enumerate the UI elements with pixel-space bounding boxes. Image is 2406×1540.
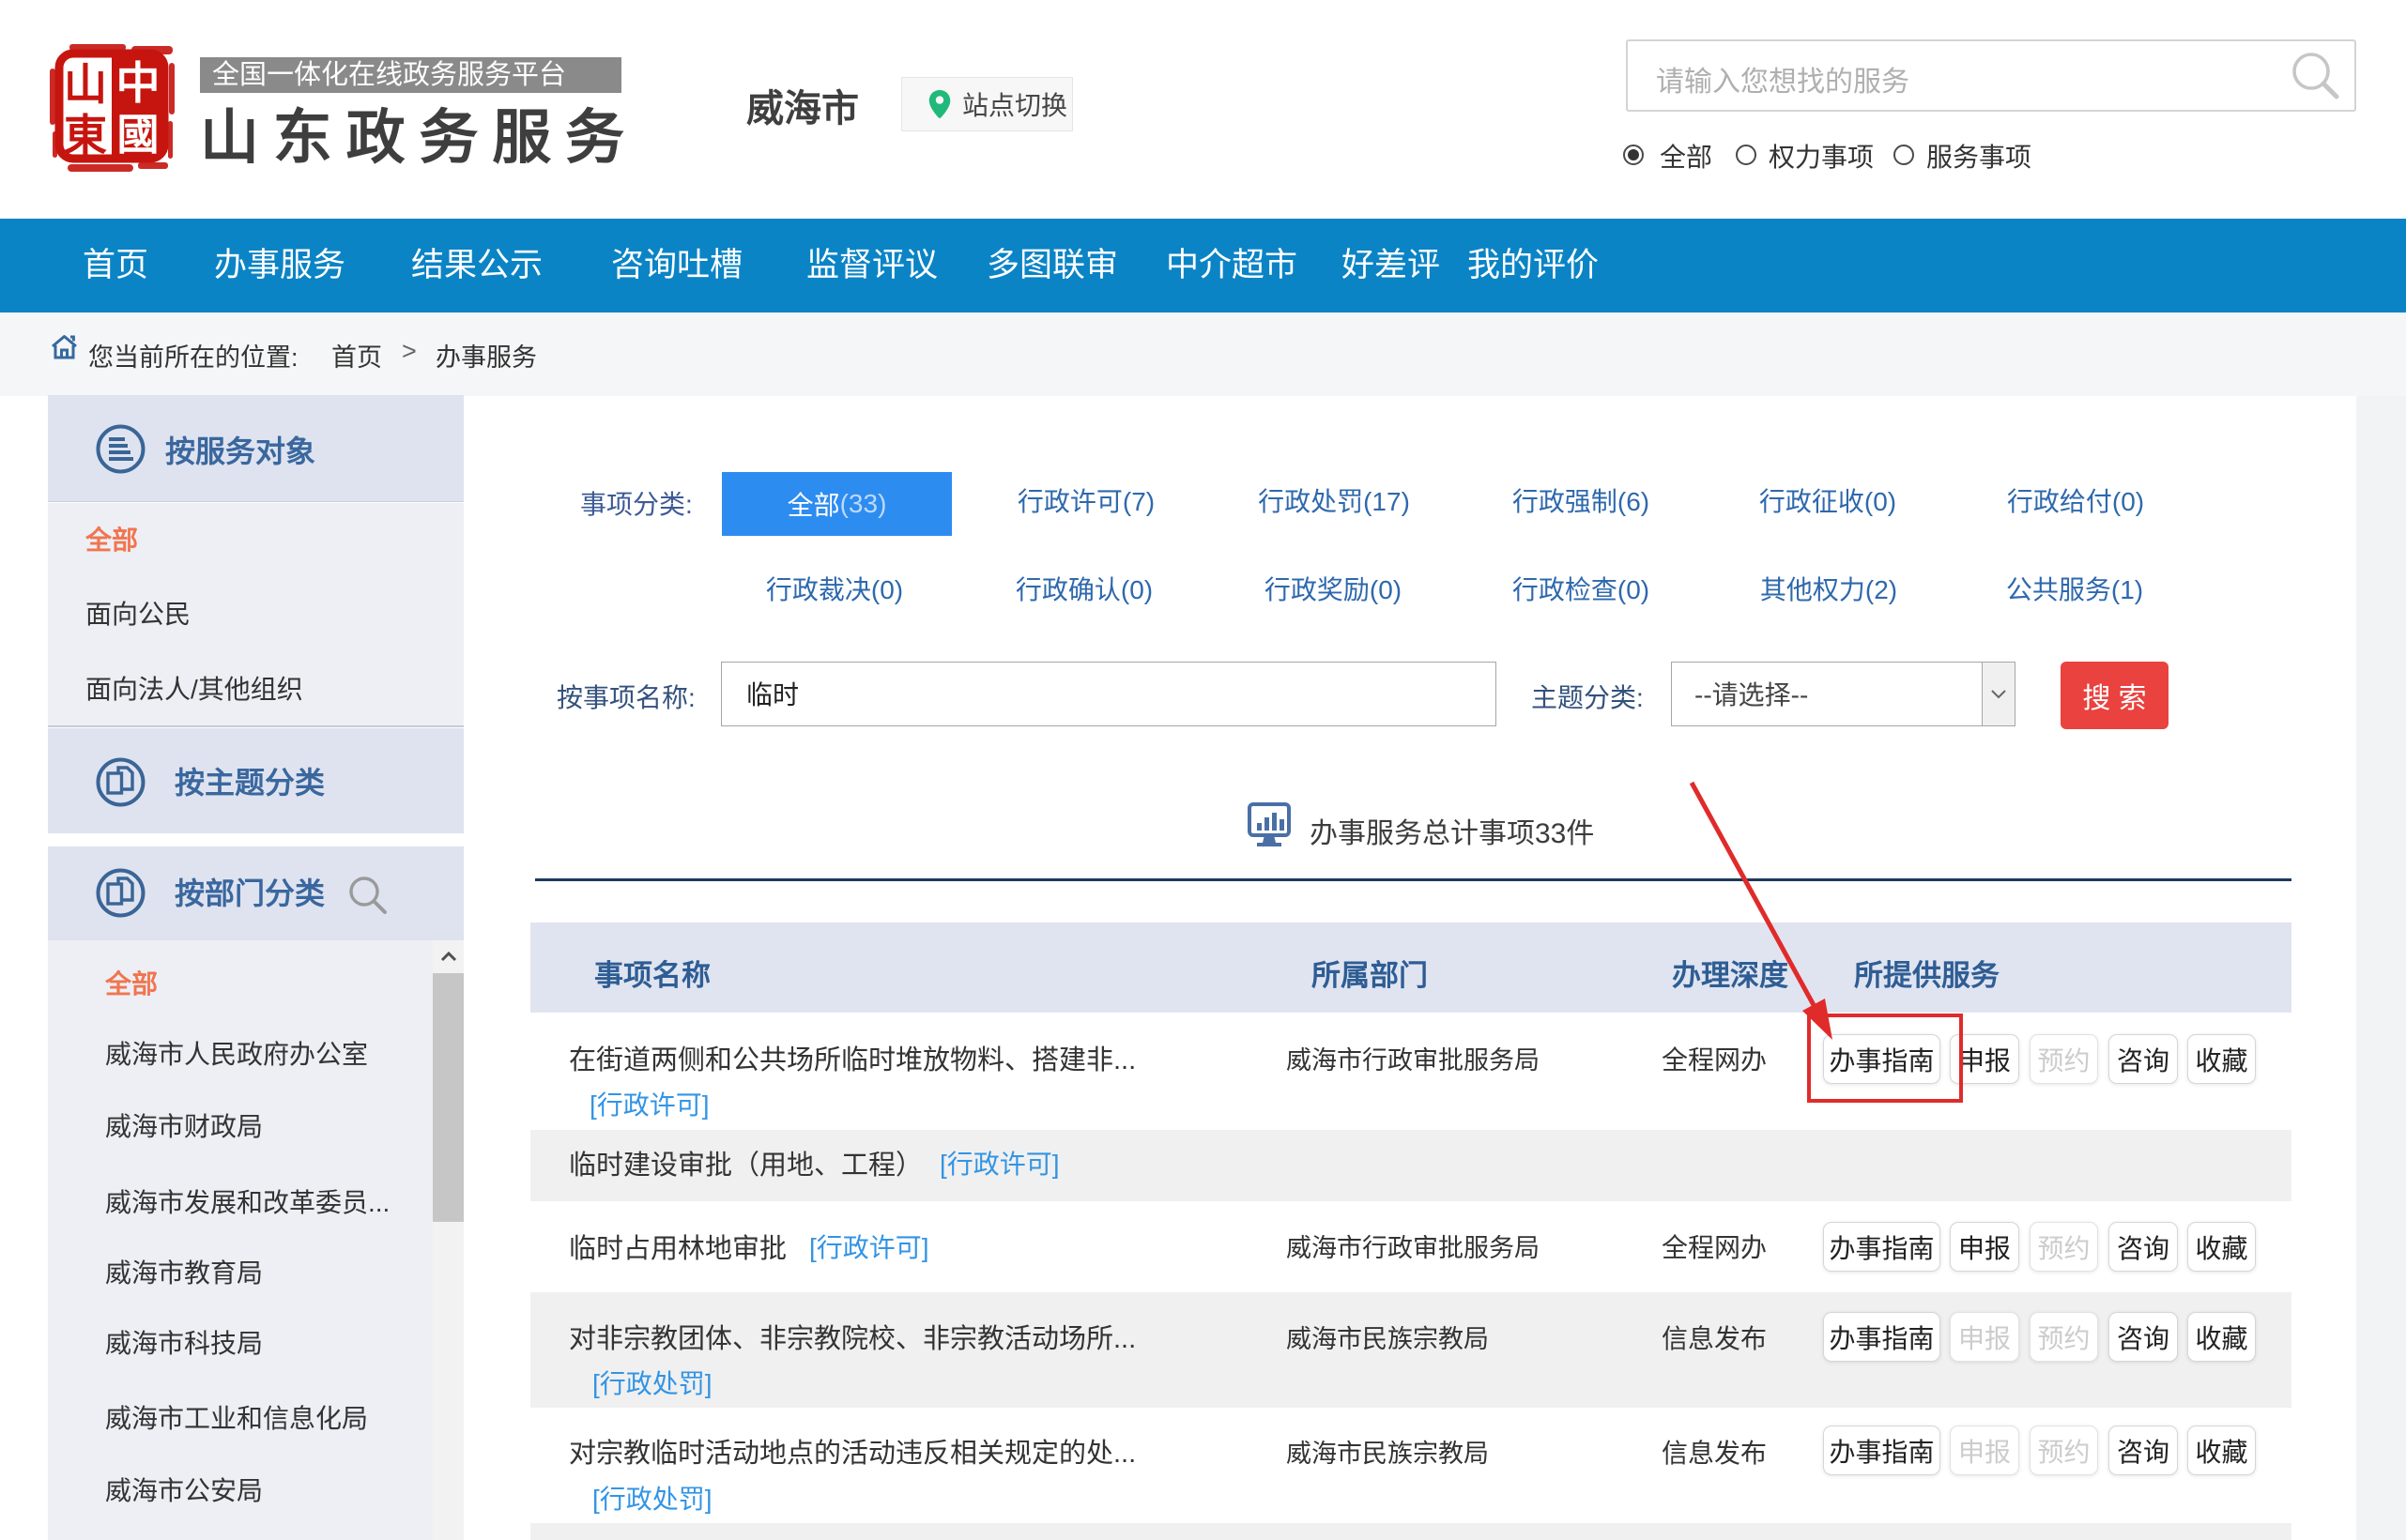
svg-text:山: 山 bbox=[64, 60, 107, 109]
svg-text:國: 國 bbox=[116, 111, 159, 159]
svg-text:東: 東 bbox=[64, 111, 107, 160]
svg-text:中: 中 bbox=[116, 58, 161, 108]
